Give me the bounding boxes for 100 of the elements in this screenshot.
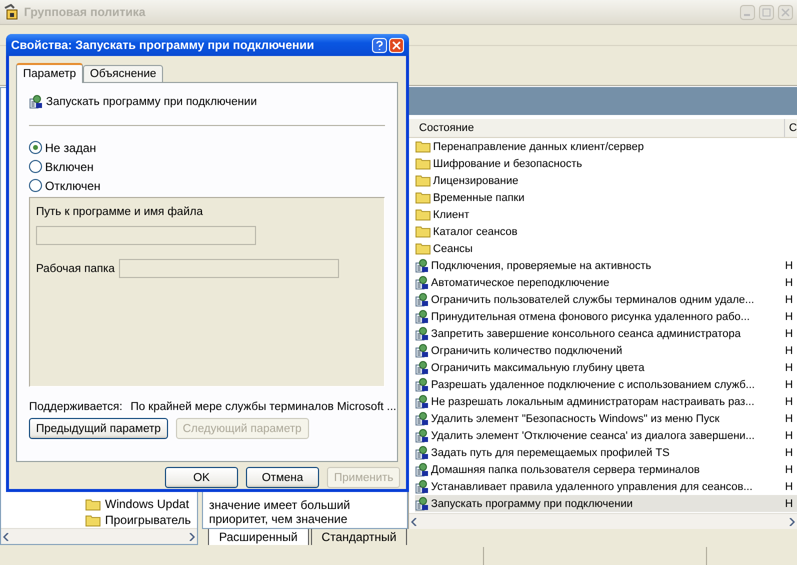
list-row[interactable]: Временные папки [415, 189, 797, 206]
list-row[interactable]: Каталог сеансов [415, 223, 797, 240]
folder-icon [415, 242, 432, 255]
policy-icon [29, 95, 43, 109]
list-row[interactable]: Подключения, проверяемые на активность Н [415, 257, 797, 274]
app-icon [4, 4, 20, 20]
row-state: Н [785, 498, 794, 510]
radio-option[interactable]: Включен [29, 157, 385, 176]
row-label: Удалить элемент "Безопасность Windows" из меню Пуск [431, 412, 720, 424]
column-header[interactable]: С [785, 119, 797, 137]
row-label: Ограничить пользователей службы терминалов одним удале... [431, 294, 756, 306]
minimize-button[interactable] [740, 4, 755, 20]
row-state: Н [785, 294, 794, 306]
folder-icon [415, 140, 432, 153]
policy-icon [415, 276, 430, 290]
dialog-button[interactable]: OK [165, 467, 238, 488]
view-tab[interactable]: Стандартный [310, 529, 408, 545]
folder-icon [85, 498, 101, 510]
list-row[interactable]: Не разрешать локальным администраторам настраивать раз... Н [415, 393, 797, 410]
scrollbar[interactable] [1, 528, 197, 544]
list-row[interactable]: Шифрование и безопасность [415, 155, 797, 172]
row-label: Клиент [433, 208, 470, 220]
field-label: Путь к программе и имя файла [36, 206, 203, 218]
row-label: Ограничить количество подключений [431, 344, 624, 356]
list-row[interactable]: Удалить элемент 'Отключение сеанса' из диалога завершени... Н [415, 427, 797, 444]
row-state: Н [785, 446, 794, 458]
policy-icon [415, 412, 430, 426]
radio-option[interactable]: Не задан [29, 138, 385, 157]
nav-button[interactable]: Предыдущий параметр [29, 418, 168, 439]
policy-icon [415, 428, 430, 442]
tree-item[interactable]: Проигрыватель [1, 512, 197, 528]
maximize-button[interactable] [759, 4, 774, 20]
folder-icon [415, 225, 432, 238]
list-row[interactable]: Принудительная отмена фонового рисунка удаленного рабо... Н [415, 308, 797, 325]
list-row[interactable]: Запускать программу при подключении Н [415, 495, 797, 512]
radio-option[interactable]: Отключен [29, 176, 385, 195]
row-label: Разрешать удаленное подключение с использованием служб... [431, 378, 756, 390]
row-label: Автоматическое переподключение [431, 276, 610, 288]
policy-icon [415, 496, 430, 510]
list-row[interactable]: Удалить элемент "Безопасность Windows" из меню Пуск Н [415, 410, 797, 427]
row-label: Каталог сеансов [433, 226, 518, 238]
list-row[interactable]: Запретить завершение консольного сеанса администратора Н [415, 325, 797, 342]
list-row[interactable]: Разрешать удаленное подключение с использованием служб... Н [415, 376, 797, 393]
supported-label: Поддерживается: [29, 401, 122, 413]
row-state: Н [785, 412, 794, 424]
policy-icon [415, 394, 430, 408]
scroll-left-icon[interactable] [411, 518, 418, 526]
window-title: Групповая политика [24, 5, 146, 19]
list-row[interactable]: Домашняя папка пользователя сервера терминалов Н [415, 461, 797, 478]
row-label: Домашняя папка пользователя сервера терминалов [431, 464, 701, 476]
supported-value: По крайней мере службы терминалов Microsoft ... [130, 401, 396, 413]
dialog-button[interactable]: Отмена [246, 467, 319, 488]
policy-icon [415, 344, 430, 358]
list-row[interactable]: Лицензирование [415, 172, 797, 189]
folder-icon [415, 208, 432, 221]
list-row[interactable]: Клиент [415, 206, 797, 223]
list-row[interactable]: Сеансы [415, 240, 797, 257]
list-row[interactable]: Устанавливает правила удаленного управления для сеансов... Н [415, 478, 797, 495]
scrollbar[interactable] [409, 513, 797, 529]
list-row[interactable]: Ограничить количество подключений Н [415, 342, 797, 359]
row-state: Н [785, 430, 794, 442]
folder-icon [415, 191, 432, 204]
list-row[interactable]: Перенаправление данных клиент/сервер [415, 138, 797, 155]
list-row[interactable]: Задать путь для перемещаемых профилей TS Н [415, 444, 797, 461]
row-state: Н [785, 344, 794, 356]
field-label: Рабочая папка [36, 262, 115, 274]
row-state: Н [785, 378, 794, 390]
policy-icon [415, 480, 430, 494]
scroll-right-icon[interactable] [789, 518, 795, 526]
row-state: Н [785, 310, 794, 322]
folder-icon [415, 174, 432, 187]
scroll-left-icon[interactable] [3, 532, 9, 540]
row-label: Задать путь для перемещаемых профилей TS [431, 446, 671, 458]
dialog-title: Свойства: Запускать программу при подключении [11, 38, 316, 52]
dialog-tab[interactable]: Параметр [16, 63, 84, 83]
row-label: Удалить элемент 'Отключение сеанса' из диалога завершени... [431, 430, 756, 442]
help-button[interactable] [372, 38, 387, 52]
row-label: Не разрешать локальным администраторам настраивать раз... [431, 396, 756, 408]
policy-icon [415, 326, 430, 340]
policy-icon [415, 258, 430, 272]
policy-icon [415, 292, 430, 306]
folder-icon [415, 157, 432, 170]
row-label: Запускать программу при подключении [431, 498, 634, 510]
list-row[interactable]: Ограничить пользователей службы терминалов одним удале... Н [415, 291, 797, 308]
tree-item[interactable]: Windows Updat [1, 496, 197, 512]
row-label: Запретить завершение консольного сеанса администратора [431, 328, 742, 340]
policy-icon [415, 462, 430, 476]
scroll-right-icon[interactable] [189, 532, 195, 540]
list-row[interactable]: Автоматическое переподключение Н [415, 274, 797, 291]
row-state: Н [785, 276, 794, 288]
setting-title: Запускать программу при подключении [46, 96, 257, 108]
row-state: Н [785, 328, 794, 340]
dialog-tab[interactable]: Объяснение [83, 65, 164, 83]
view-tab[interactable]: Расширенный [208, 529, 309, 545]
list-row[interactable]: Ограничить максимальную глубину цвета Н [415, 359, 797, 376]
row-label: Подключения, проверяемые на активность [431, 260, 652, 272]
row-label: Перенаправление данных клиент/сервер [433, 140, 645, 152]
policy-icon [415, 378, 430, 392]
description-text: значение имеет больший [209, 498, 352, 512]
row-state: Н [785, 464, 794, 476]
